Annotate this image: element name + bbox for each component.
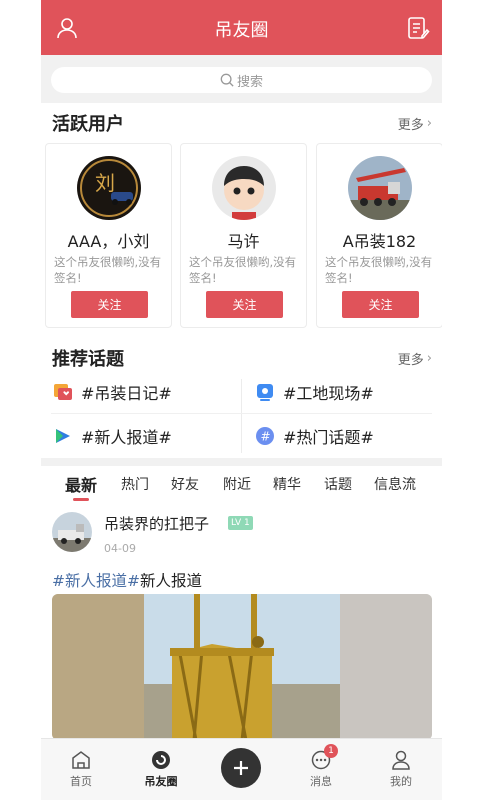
nav-circle[interactable]: 吊友圈 — [131, 747, 191, 789]
topics-more[interactable]: 更多 › — [398, 349, 432, 368]
tab-friends[interactable]: 好友 — [171, 474, 199, 494]
section-divider — [41, 458, 442, 466]
home-icon — [51, 747, 111, 773]
level-badge: LV 1 — [228, 516, 253, 530]
user-name: 马许 — [227, 232, 260, 251]
avatar: 刘 — [77, 156, 141, 220]
follow-button[interactable]: 关注 — [342, 291, 419, 318]
tab-featured[interactable]: 精华 — [273, 474, 301, 494]
divider — [51, 413, 432, 414]
active-users-more[interactable]: 更多 › — [398, 114, 432, 133]
nav-messages[interactable]: 1 消息 — [291, 744, 351, 789]
nav-mine[interactable]: 我的 — [371, 747, 431, 789]
unread-badge: 1 — [324, 744, 338, 758]
diary-icon — [53, 382, 73, 402]
follow-button[interactable]: 关注 — [71, 291, 148, 318]
follow-button[interactable]: 关注 — [206, 291, 283, 318]
create-post-button[interactable] — [221, 748, 261, 788]
topic-label: #热门话题# — [283, 428, 374, 447]
user-card[interactable]: 马许 这个吊友很懒哟,没有签名! 关注 — [180, 143, 307, 328]
search-icon — [220, 73, 234, 87]
divider — [241, 379, 242, 453]
user-name: A吊装182 — [342, 232, 417, 251]
feed-tabs: 最新 热门 好友 附近 精华 话题 信息流 — [41, 466, 442, 502]
bottom-nav: 首页 吊友圈 1 消息 我的 — [41, 738, 442, 800]
active-tab-indicator — [73, 498, 89, 501]
active-users-title: 活跃用户 — [52, 114, 124, 135]
tab-latest[interactable]: 最新 — [65, 472, 97, 496]
tab-topics[interactable]: 话题 — [324, 474, 352, 494]
app-frame: 吊友圈 搜索 活跃用户 更多 › 刘 AAA，小刘 这个吊友很懒哟,没有签名! … — [41, 0, 442, 800]
tab-info-stream[interactable]: 信息流 — [374, 474, 416, 494]
nav-home-label: 首页 — [70, 775, 92, 788]
more-label: 更多 — [397, 353, 424, 368]
more-label: 更多 — [397, 118, 424, 133]
nav-home[interactable]: 首页 — [51, 747, 111, 789]
post-author-name[interactable]: 吊装界的扛把子 — [104, 513, 209, 534]
app-header: 吊友圈 — [41, 0, 442, 55]
nav-mine-label: 我的 — [390, 775, 412, 788]
tab-hot[interactable]: 热门 — [121, 474, 149, 494]
user-bio: 这个吊友很懒哟,没有签名! — [54, 255, 162, 285]
post-author-avatar[interactable] — [52, 512, 92, 552]
avatar — [212, 156, 276, 220]
nav-messages-label: 消息 — [310, 775, 332, 788]
avatar — [348, 156, 412, 220]
active-users-list: 刘 AAA，小刘 这个吊友很懒哟,没有签名! 关注 马许 这个吊友很懒哟,没有签… — [41, 143, 442, 328]
compose-icon[interactable] — [404, 14, 432, 42]
post-text: 新人报道 — [139, 572, 202, 590]
user-name: AAA，小刘 — [67, 232, 150, 251]
user-bio: 这个吊友很懒哟,没有签名! — [325, 255, 433, 285]
post-content: #新人报道#新人报道 — [52, 569, 202, 591]
user-card[interactable]: A吊装182 这个吊友很懒哟,没有签名! 关注 — [316, 143, 442, 328]
page-title: 吊友圈 — [214, 20, 269, 41]
topic-item[interactable]: # #热门话题# — [255, 415, 374, 457]
tab-nearby[interactable]: 附近 — [223, 474, 251, 494]
topic-item[interactable]: #吊装日记# — [53, 371, 172, 413]
post-image[interactable] — [52, 594, 432, 740]
avatar-text: 刘 — [95, 171, 115, 195]
topics-grid: #吊装日记# #工地现场# #新人报道# # #热门话题# — [41, 371, 442, 457]
search-placeholder: 搜索 — [236, 74, 263, 90]
topic-item[interactable]: #新人报道# — [53, 415, 172, 457]
chevron-right-icon: › — [426, 116, 432, 131]
site-icon — [255, 382, 275, 402]
topic-item[interactable]: #工地现场# — [255, 371, 374, 413]
search-input[interactable]: 搜索 — [51, 67, 432, 93]
user-card[interactable]: 刘 AAA，小刘 这个吊友很懒哟,没有签名! 关注 — [45, 143, 172, 328]
circle-icon — [131, 747, 191, 773]
chevron-right-icon: › — [426, 351, 432, 366]
message-icon: 1 — [291, 744, 351, 773]
search-bar-area: 搜索 — [41, 55, 442, 103]
nav-circle-label: 吊友圈 — [144, 775, 178, 788]
newcomer-icon — [53, 426, 73, 446]
topic-label: #工地现场# — [283, 384, 374, 403]
topic-label: #吊装日记# — [81, 384, 172, 403]
post-topic-tag[interactable]: #新人报道# — [52, 572, 140, 590]
user-bio: 这个吊友很懒哟,没有签名! — [189, 255, 297, 285]
hashtag-icon: # — [255, 426, 275, 446]
post-date: 04-09 — [104, 542, 136, 555]
profile-icon — [371, 747, 431, 773]
svg-text:#: # — [261, 430, 271, 444]
plus-icon — [234, 761, 248, 775]
topics-title: 推荐话题 — [52, 349, 124, 370]
topic-label: #新人报道# — [81, 428, 172, 447]
